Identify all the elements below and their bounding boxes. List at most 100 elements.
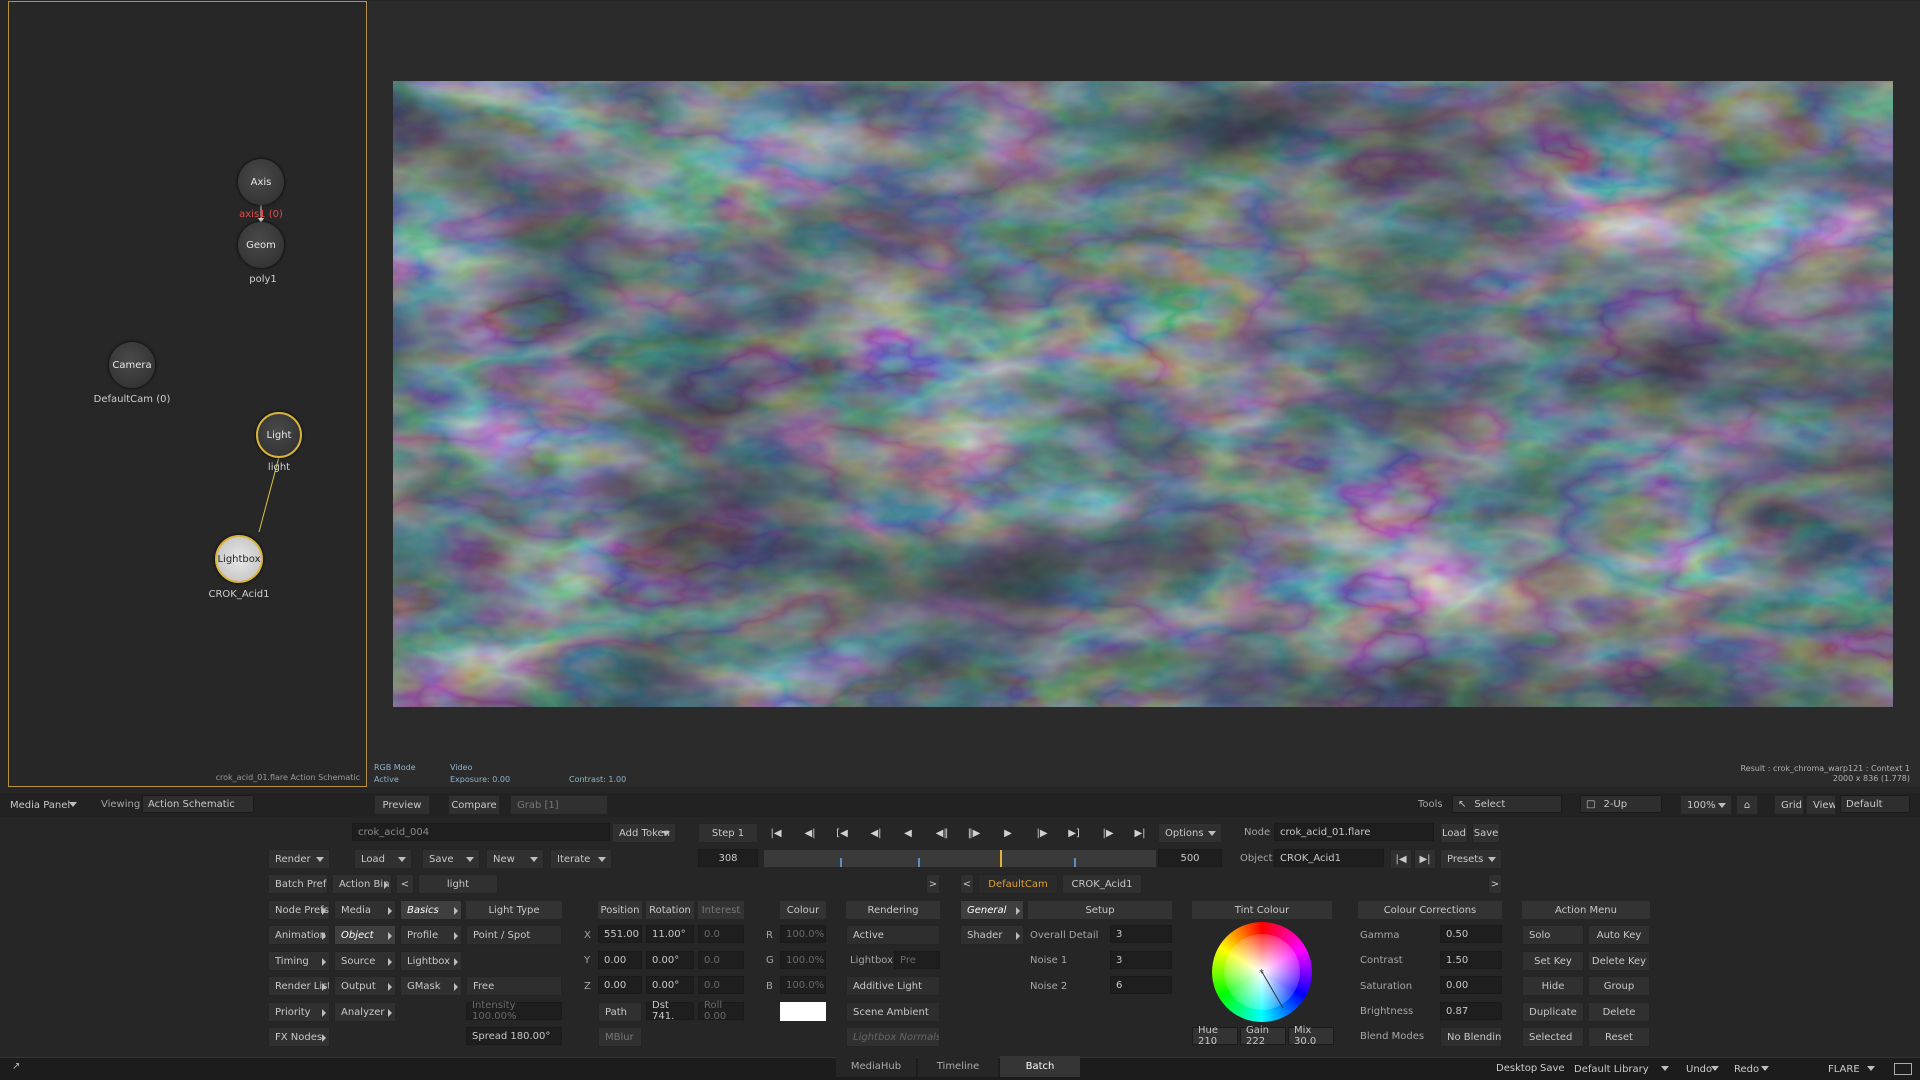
mix-field[interactable]: Mix 30.0 xyxy=(1288,1025,1334,1047)
intensity-field[interactable]: Intensity 100.00% xyxy=(466,1000,562,1022)
media-button[interactable]: Media xyxy=(334,900,396,920)
basics-button[interactable]: Basics xyxy=(400,900,462,920)
desktop-button[interactable]: Desktop xyxy=(1496,1063,1537,1074)
grab-button[interactable]: Grab [1] xyxy=(510,795,608,815)
tab-crok-acid1[interactable]: CROK_Acid1 xyxy=(1062,874,1142,894)
additive-light-toggle[interactable]: Additive Light xyxy=(846,976,940,996)
path-button[interactable]: Path xyxy=(598,1002,642,1022)
profile-button[interactable]: Profile xyxy=(400,925,462,945)
tab-prev-right-icon[interactable]: < xyxy=(960,874,974,894)
select-tool[interactable]: ↖ Select xyxy=(1452,795,1562,813)
node-prefs-button[interactable]: Node Prefs xyxy=(268,900,330,920)
batch-prefs-button[interactable]: Batch Prefs xyxy=(268,874,328,894)
position-x-field[interactable]: 551.00 xyxy=(598,925,642,943)
home-icon[interactable]: ⌂ xyxy=(1736,795,1758,815)
rotation-z-field[interactable]: 0.00° xyxy=(646,976,694,994)
step-forward-icon[interactable]: ▶ xyxy=(994,823,1022,843)
node-load-button[interactable]: Load xyxy=(1440,823,1468,843)
two-up-button[interactable]: □ 2-Up xyxy=(1580,795,1662,813)
iterate-dropdown[interactable]: Iterate xyxy=(550,849,612,869)
play-forward-icon[interactable]: ‖▶ xyxy=(960,823,988,843)
mblur-button[interactable]: MBlur xyxy=(598,1027,642,1047)
status-save-button[interactable]: Save xyxy=(1540,1063,1565,1074)
step-button[interactable]: Step 1 xyxy=(698,823,758,843)
save-dropdown[interactable]: Save xyxy=(422,849,480,869)
interest-y-field[interactable]: 0.0 xyxy=(698,951,744,969)
colour-r-field[interactable]: 100.0% xyxy=(780,925,826,943)
delete-button[interactable]: Delete xyxy=(1588,1002,1650,1022)
keyboard-icon[interactable] xyxy=(1894,1063,1912,1075)
options-dropdown[interactable]: Options xyxy=(1158,823,1222,843)
solo-button[interactable]: Solo xyxy=(1522,925,1584,945)
viewing-select[interactable]: Action Schematic xyxy=(142,795,254,813)
colour-g-field[interactable]: 100.0% xyxy=(780,951,826,969)
end-frame-field[interactable]: 500 xyxy=(1158,849,1222,867)
auto-key-button[interactable]: Auto Key xyxy=(1588,925,1650,945)
source-button[interactable]: Source xyxy=(334,951,396,971)
render-button[interactable]: Render xyxy=(268,849,330,869)
group-button[interactable]: Group xyxy=(1588,976,1650,996)
step-back-icon[interactable]: ◀ xyxy=(894,823,922,843)
saturation-field[interactable]: 0.00 xyxy=(1440,976,1502,994)
blend-modes-select[interactable]: No Blending xyxy=(1440,1027,1502,1047)
general-button[interactable]: General xyxy=(960,900,1024,920)
prev-object-icon[interactable]: |◀ xyxy=(1390,849,1412,869)
load-dropdown[interactable]: Load xyxy=(354,849,412,869)
delete-key-button[interactable]: Delete Key xyxy=(1588,951,1650,971)
object-name-field[interactable]: CROK_Acid1 xyxy=(1274,849,1384,867)
tab-light[interactable]: light xyxy=(418,874,498,894)
spread-field[interactable]: Spread 180.00° xyxy=(466,1027,562,1045)
analyzer-button[interactable]: Analyzer xyxy=(334,1002,396,1022)
view-default-select[interactable]: Default xyxy=(1840,795,1910,813)
media-panel-dropdown[interactable]: Media Panel xyxy=(4,795,82,815)
next-key-icon[interactable]: |▶ xyxy=(1094,823,1122,843)
scene-ambient-toggle[interactable]: Scene Ambient xyxy=(846,1002,940,1022)
clip-name-field[interactable]: crok_acid_004 xyxy=(352,823,610,841)
render-list-button[interactable]: Render List xyxy=(268,976,330,996)
shader-button[interactable]: Shader xyxy=(960,925,1024,945)
distance-field[interactable]: Dst 741. xyxy=(646,1000,694,1022)
zoom-dropdown[interactable]: 100% xyxy=(1680,795,1732,815)
presets-dropdown[interactable]: Presets xyxy=(1440,849,1502,869)
play-back-icon[interactable]: ◀‖ xyxy=(928,823,956,843)
position-y-field[interactable]: 0.00 xyxy=(598,951,642,969)
go-start-icon[interactable]: |◀ xyxy=(762,823,790,843)
lightbox-normals-toggle[interactable]: Lightbox Normals xyxy=(846,1027,940,1047)
tab-defaultcam[interactable]: DefaultCam xyxy=(978,874,1058,894)
light-type-select[interactable]: Point / Spot xyxy=(466,925,562,945)
gamma-field[interactable]: 0.50 xyxy=(1440,925,1502,943)
view-button[interactable]: View xyxy=(1806,795,1836,815)
interest-z-field[interactable]: 0.0 xyxy=(698,976,744,994)
roll-field[interactable]: Roll 0.00 xyxy=(698,1000,744,1022)
tab-batch[interactable]: Batch xyxy=(1000,1056,1080,1077)
lightbox-button[interactable]: Lightbox xyxy=(400,951,462,971)
timing-button[interactable]: Timing xyxy=(268,951,330,971)
tab-prev-icon[interactable]: < xyxy=(396,874,414,894)
next-object-icon[interactable]: ▶| xyxy=(1414,849,1436,869)
overall-detail-field[interactable]: 3 xyxy=(1110,925,1172,943)
action-bin-button[interactable]: Action Bin xyxy=(332,874,392,894)
next-mark-icon[interactable]: ▶] xyxy=(1060,823,1088,843)
gain-field[interactable]: Gain 222 xyxy=(1240,1025,1286,1047)
hide-button[interactable]: Hide xyxy=(1522,976,1584,996)
set-key-button[interactable]: Set Key xyxy=(1522,951,1584,971)
next-frame-icon[interactable]: |▶ xyxy=(1028,823,1056,843)
tab-timeline[interactable]: Timeline xyxy=(918,1056,998,1077)
duplicate-button[interactable]: Duplicate xyxy=(1522,1002,1584,1022)
preview-button[interactable]: Preview xyxy=(374,795,430,815)
tab-next-icon[interactable]: > xyxy=(926,874,940,894)
lightbox-node[interactable]: Lightbox xyxy=(215,535,263,583)
active-toggle[interactable]: Active xyxy=(846,925,940,945)
object-button[interactable]: Object xyxy=(334,925,396,945)
tab-mediahub[interactable]: MediaHub xyxy=(836,1056,916,1077)
position-z-field[interactable]: 0.00 xyxy=(598,976,642,994)
lightbox-pre-field[interactable]: Pre xyxy=(894,951,940,969)
noise2-field[interactable]: 6 xyxy=(1110,976,1172,994)
prev-mark-icon[interactable]: [◀ xyxy=(828,823,856,843)
camera-node[interactable]: Camera xyxy=(109,342,155,388)
colour-swatch[interactable] xyxy=(780,1002,826,1021)
fx-nodes-button[interactable]: FX Nodes xyxy=(268,1027,330,1047)
brightness-field[interactable]: 0.87 xyxy=(1440,1002,1502,1020)
animation-button[interactable]: Animation xyxy=(268,925,330,945)
undo-button[interactable]: Undo xyxy=(1680,1059,1724,1079)
